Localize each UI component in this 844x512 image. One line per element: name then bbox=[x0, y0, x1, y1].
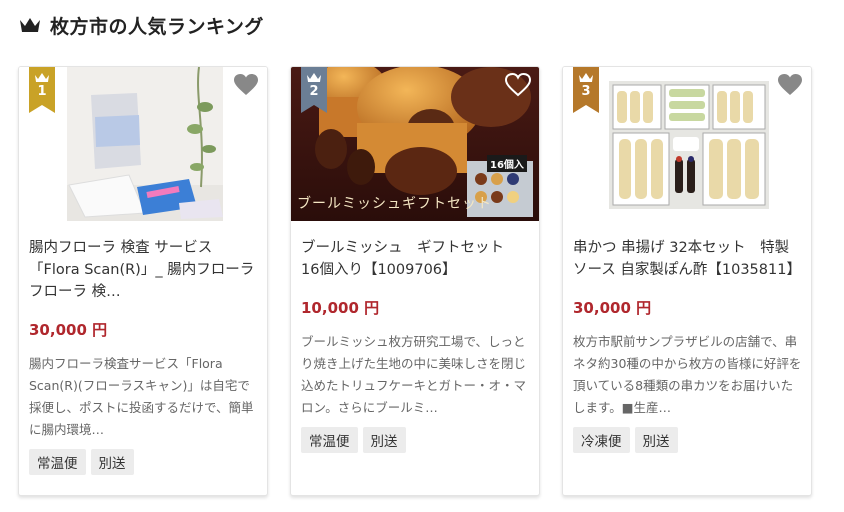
image-caption: ブールミッシュギフトセット bbox=[297, 196, 492, 212]
rank-number: 1 bbox=[37, 84, 47, 99]
product-description: ブールミッシュ枚方研究工場で、しっとり焼き上げた生地の中に美味しさを閉じ込めたト… bbox=[301, 334, 527, 415]
shipping-tag: 冷凍便 bbox=[573, 427, 630, 453]
crown-icon bbox=[20, 18, 40, 32]
heart-icon[interactable] bbox=[233, 73, 259, 97]
product-image[interactable]: ブールミッシュギフトセット 16個入 bbox=[291, 67, 539, 221]
tag-list: 常温便 別送 bbox=[301, 427, 406, 453]
rank-badge-bronze: 3 bbox=[573, 67, 599, 113]
section-title: 枚方市の人気ランキング bbox=[50, 15, 264, 38]
product-title[interactable]: 串かつ 串揚げ 32本セット 特製ソース 自家製ぽん酢【1035811】 bbox=[573, 237, 801, 281]
product-title[interactable]: 腸内フローラ 検査 サービス「Flora Scan(R)」_ 腸内フローラ フロ… bbox=[29, 237, 257, 303]
rank-badge-silver: 2 bbox=[301, 67, 327, 113]
tag-list: 常温便 別送 bbox=[29, 449, 134, 475]
rank-badge-gold: 1 bbox=[29, 67, 55, 113]
section-header: 枚方市の人気ランキング bbox=[18, 10, 264, 40]
product-description: 腸内フローラ検査サービス「Flora Scan(R)(フローラスキャン)」は自宅… bbox=[29, 356, 254, 437]
product-description: 枚方市駅前サンプラザビルの店舗で、串ネタ約30種の中から枚方の皆様に好評を頂いて… bbox=[573, 334, 802, 415]
product-price: 10,000 円 bbox=[301, 299, 380, 317]
product-image[interactable] bbox=[563, 67, 811, 221]
product-price: 30,000 円 bbox=[29, 321, 108, 339]
heart-icon[interactable] bbox=[777, 73, 803, 97]
rank-number: 2 bbox=[309, 84, 319, 99]
rank-number: 3 bbox=[581, 84, 591, 99]
product-image[interactable] bbox=[19, 67, 267, 221]
delivery-tag: 別送 bbox=[90, 449, 134, 475]
heart-icon[interactable] bbox=[505, 73, 531, 97]
shipping-tag: 常温便 bbox=[29, 449, 86, 475]
shipping-tag: 常温便 bbox=[301, 427, 358, 453]
ranking-card-3[interactable]: 3 串かつ 串揚げ 32本セット 特製ソース 自家製ぽん酢【1035811】 3… bbox=[562, 66, 812, 496]
product-title[interactable]: ブールミッシュ ギフトセット 16個入り【1009706】 bbox=[301, 237, 529, 281]
delivery-tag: 別送 bbox=[634, 427, 678, 453]
tag-list: 冷凍便 別送 bbox=[573, 427, 678, 453]
image-badge: 16個入 bbox=[487, 155, 527, 172]
ranking-card-1[interactable]: 1 腸内フローラ 検査 サービス「Flora Scan(R)」_ 腸内フローラ … bbox=[18, 66, 268, 496]
product-price: 30,000 円 bbox=[573, 299, 652, 317]
ranking-card-2[interactable]: ブールミッシュギフトセット 16個入 2 ブールミッシュ ギフトセット 16個入… bbox=[290, 66, 540, 496]
delivery-tag: 別送 bbox=[362, 427, 406, 453]
